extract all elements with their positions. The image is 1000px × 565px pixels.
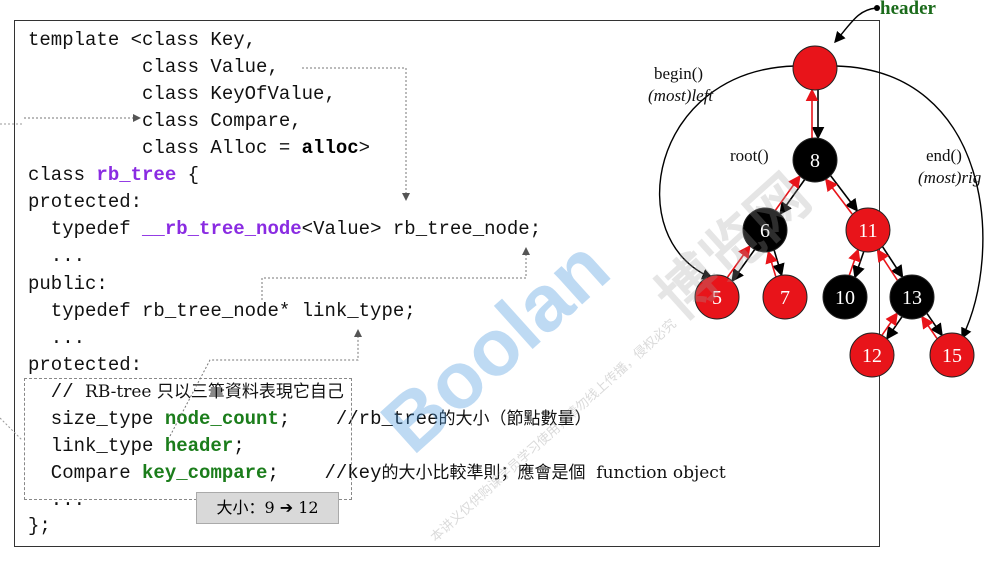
parent-link-arrow [881, 312, 898, 336]
tree-node-label: 6 [760, 220, 770, 242]
child-link-arrow [779, 179, 806, 216]
child-link-arrow [926, 312, 943, 337]
parent-link-arrow [774, 174, 801, 211]
end-sub-label: (most)rig [918, 168, 982, 187]
tree-node-label: 12 [862, 345, 882, 367]
tree-node-label: 13 [902, 287, 922, 309]
begin-sub-label: (most)left [648, 86, 714, 105]
rb-tree-diagram: 8 6 11 5 7 10 13 12 15 [0, 5, 984, 441]
link-pointer-arrow [169, 329, 362, 437]
side-pointer-arrow [0, 417, 23, 441]
child-link-arrow [830, 175, 859, 212]
value-pointer-arrow [302, 67, 410, 201]
tree-node-label: 11 [858, 220, 877, 242]
header-label: header [880, 0, 936, 19]
header-pointer-arrow [834, 7, 877, 44]
tree-node-label: 10 [835, 287, 855, 309]
parent-link-arrow [824, 178, 853, 215]
end-label: end() [926, 146, 962, 165]
tree-node-header [792, 45, 838, 91]
parent-link-arrow [921, 315, 938, 340]
tree-node-label: 15 [942, 345, 962, 367]
child-link-arrow [886, 316, 903, 340]
child-link-arrow [772, 249, 785, 277]
parent-link-arrow [765, 250, 778, 278]
begin-label: begin() [654, 64, 704, 83]
tree-node-label: 8 [810, 150, 820, 172]
node-pointer-arrow [261, 247, 530, 300]
tree-node-label: 7 [780, 287, 790, 309]
root-label: root() [730, 146, 769, 165]
tree-node-label: 5 [712, 287, 722, 309]
